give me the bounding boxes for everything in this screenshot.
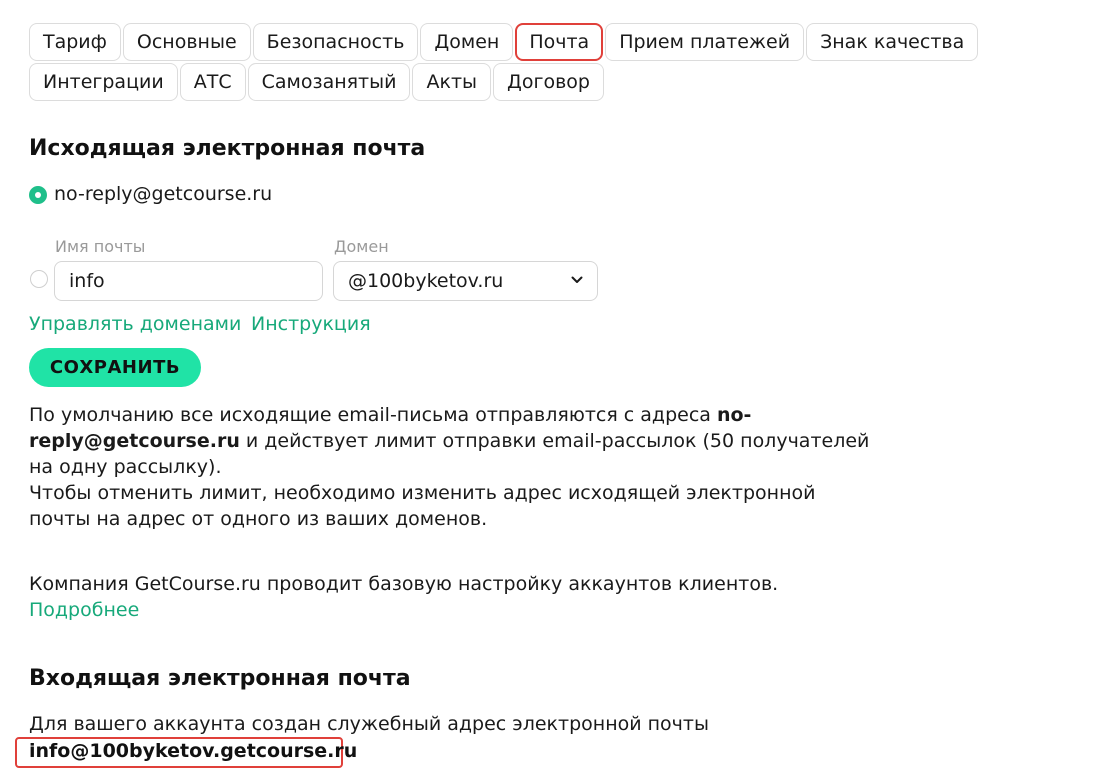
- domain-select-value: @100byketov.ru: [348, 270, 504, 292]
- mail-name-label: Имя почты: [55, 237, 146, 256]
- info-text-limit: Чтобы отменить лимит, необходимо изменит…: [29, 482, 816, 530]
- tab-quality-mark[interactable]: Знак качества: [806, 23, 979, 61]
- tab-security[interactable]: Безопасность: [252, 23, 419, 61]
- tab-pbx[interactable]: АТС: [179, 63, 246, 101]
- save-button[interactable]: СОХРАНИТЬ: [29, 348, 201, 387]
- tab-contract[interactable]: Договор: [493, 63, 604, 101]
- tab-mail[interactable]: Почта: [515, 23, 604, 61]
- service-email-address: info@100byketov.getcourse.ru: [29, 740, 358, 762]
- tab-integrations[interactable]: Интеграции: [29, 63, 178, 101]
- tab-tariff[interactable]: Тариф: [29, 23, 121, 61]
- more-info-link[interactable]: Подробнее: [29, 599, 139, 621]
- default-address-radio[interactable]: [29, 186, 47, 204]
- outgoing-info-text: По умолчанию все исходящие email-письма …: [29, 402, 879, 532]
- mail-name-input[interactable]: info: [54, 261, 323, 301]
- outgoing-mail-title: Исходящая электронная почта: [29, 136, 426, 161]
- company-setup-text: Компания GetCourse.ru проводит базовую н…: [29, 573, 779, 595]
- tab-domain[interactable]: Домен: [420, 23, 514, 61]
- incoming-mail-title: Входящая электронная почта: [29, 666, 411, 691]
- custom-address-radio[interactable]: [30, 270, 48, 288]
- settings-tabs: Тариф Основные Безопасность Домен Почта …: [29, 23, 1089, 101]
- info-text-part1: По умолчанию все исходящие email-письма …: [29, 404, 717, 426]
- instruction-link[interactable]: Инструкция: [251, 313, 371, 335]
- default-address-label: no-reply@getcourse.ru: [54, 183, 273, 205]
- tab-payments[interactable]: Прием платежей: [605, 23, 805, 61]
- chevron-down-icon: [571, 276, 583, 283]
- tab-general[interactable]: Основные: [122, 23, 251, 61]
- domain-label: Домен: [334, 237, 389, 256]
- domain-select[interactable]: @100byketov.ru: [333, 261, 598, 301]
- tab-self-employed[interactable]: Самозанятый: [247, 63, 411, 101]
- tab-acts[interactable]: Акты: [412, 63, 492, 101]
- manage-domains-link[interactable]: Управлять доменами: [29, 313, 241, 335]
- incoming-mail-description: Для вашего аккаунта создан служебный адр…: [29, 713, 709, 735]
